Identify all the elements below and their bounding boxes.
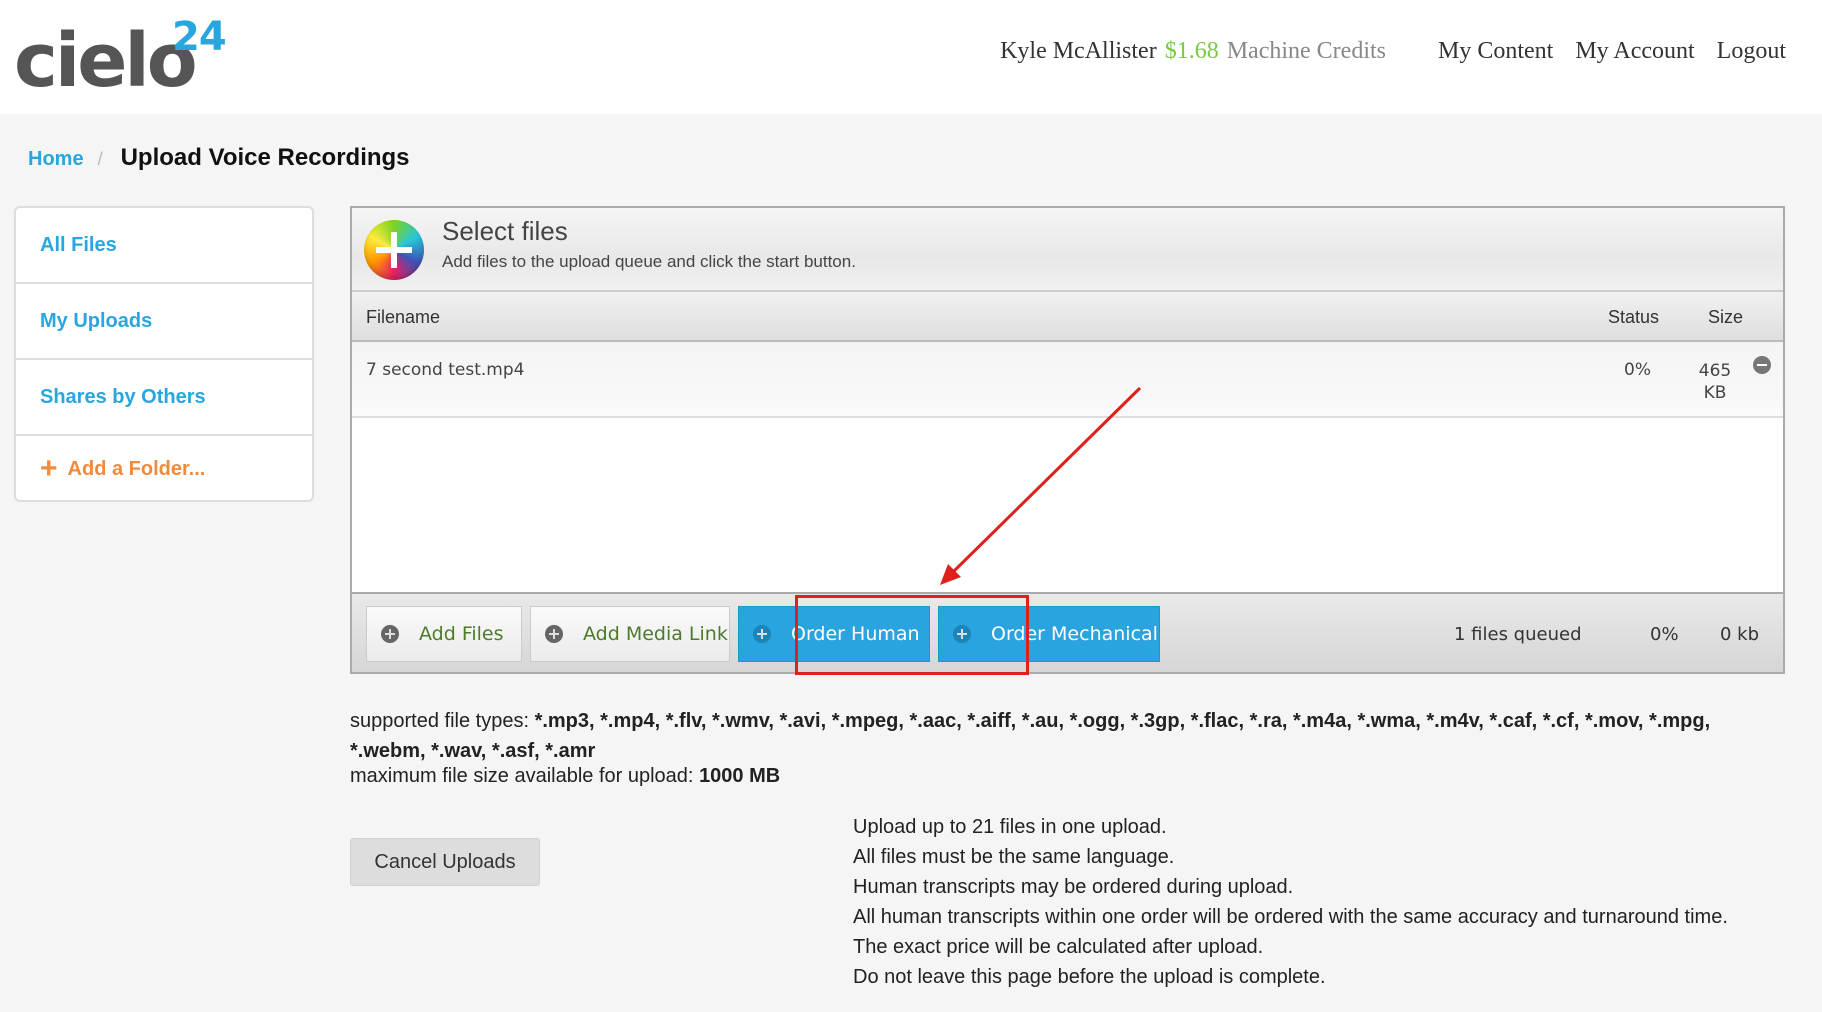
max-file-size-label: maximum file size available for upload: — [350, 765, 694, 787]
upload-note: Human transcripts may be ordered during … — [853, 876, 1294, 898]
sidebar-item-my-uploads[interactable]: My Uploads — [16, 284, 312, 360]
top-navigation: Kyle McAllister $1.68 Machine Credits My… — [1000, 38, 1786, 65]
upload-panel-header: Select files Add files to the upload que… — [352, 208, 1783, 292]
column-status: Status — [1608, 307, 1660, 327]
file-size-unit: KB — [1703, 383, 1727, 403]
upload-note: All human transcripts within one order w… — [853, 906, 1728, 928]
file-table-header: Filename Status Size — [352, 292, 1783, 342]
logo-wordmark: cielo — [14, 18, 198, 104]
nav-my-account[interactable]: My Account — [1575, 38, 1694, 65]
upload-panel-footer: Add Files Add Media Link Order Human Ord… — [352, 592, 1783, 672]
breadcrumb: Home / Upload Voice Recordings — [28, 144, 410, 172]
total-uploaded-size: 0 kb — [1720, 624, 1760, 645]
breadcrumb-home-link[interactable]: Home — [28, 148, 84, 171]
plus-circle-icon — [545, 625, 563, 643]
files-queued-count: 1 files queued — [1454, 624, 1582, 645]
max-file-size: maximum file size available for upload: … — [350, 765, 780, 788]
annotation-highlight-box — [795, 595, 1029, 675]
user-name: Kyle McAllister — [1000, 38, 1157, 64]
file-size: 465 KB — [1690, 360, 1740, 404]
supported-file-types: supported file types: *.mp3, *.mp4, *.fl… — [350, 706, 1790, 766]
upload-panel-subtitle: Add files to the upload queue and click … — [442, 252, 856, 271]
upload-note: Do not leave this page before the upload… — [853, 966, 1326, 988]
add-files-button[interactable]: Add Files — [366, 606, 522, 662]
cancel-uploads-button[interactable]: Cancel Uploads — [350, 838, 540, 886]
upload-notes: Upload up to 21 files in one upload. All… — [853, 812, 1728, 992]
upload-note: All files must be the same language. — [853, 846, 1175, 868]
breadcrumb-separator: / — [97, 149, 103, 169]
credits-label: Machine Credits — [1226, 38, 1386, 64]
add-media-link-label: Add Media Link — [583, 623, 728, 645]
column-size: Size — [1708, 307, 1744, 327]
file-name: 7 second test.mp4 — [366, 360, 525, 380]
upload-note: Upload up to 21 files in one upload. — [853, 816, 1167, 838]
nav-logout[interactable]: Logout — [1717, 38, 1786, 65]
sidebar-item-label: Shares by Others — [40, 385, 206, 408]
sidebar-item-label: Add a Folder... — [67, 457, 206, 480]
upload-panel-title: Select files — [442, 216, 568, 246]
column-filename: Filename — [366, 307, 441, 327]
nav-my-content[interactable]: My Content — [1438, 38, 1553, 65]
page-title: Upload Voice Recordings — [120, 144, 410, 171]
add-files-circle-icon[interactable] — [364, 220, 424, 280]
plus-icon: + — [40, 452, 58, 485]
add-files-label: Add Files — [419, 623, 504, 645]
supported-file-types-value: *.mp3, *.mp4, *.flv, *.wmv, *.avi, *.mpe… — [350, 710, 1711, 762]
sidebar: All Files My Uploads Shares by Others + … — [14, 206, 314, 502]
upload-note: The exact price will be calculated after… — [853, 936, 1264, 958]
remove-file-icon[interactable] — [1753, 356, 1771, 374]
max-file-size-value: 1000 MB — [699, 765, 781, 787]
sidebar-item-all-files[interactable]: All Files — [16, 208, 312, 284]
upload-panel: Select files Add files to the upload que… — [350, 206, 1785, 674]
supported-file-types-label: supported file types: — [350, 710, 529, 732]
add-media-link-button[interactable]: Add Media Link — [530, 606, 730, 662]
logo-number: 24 — [172, 14, 227, 60]
total-progress-percent: 0% — [1650, 624, 1679, 645]
file-status: 0% — [1624, 360, 1651, 380]
site-header: cielo 24 Kyle McAllister $1.68 Machine C… — [0, 0, 1822, 114]
plus-circle-icon — [753, 625, 771, 643]
sidebar-item-shares-by-others[interactable]: Shares by Others — [16, 360, 312, 436]
plus-circle-icon — [381, 625, 399, 643]
file-size-value: 465 — [1698, 361, 1732, 381]
credits-amount: $1.68 — [1164, 38, 1219, 64]
file-row: 7 second test.mp4 0% 465 KB — [352, 342, 1783, 418]
sidebar-item-label: All Files — [40, 233, 117, 256]
sidebar-item-add-folder[interactable]: + Add a Folder... — [16, 436, 312, 502]
sidebar-item-label: My Uploads — [40, 309, 153, 332]
